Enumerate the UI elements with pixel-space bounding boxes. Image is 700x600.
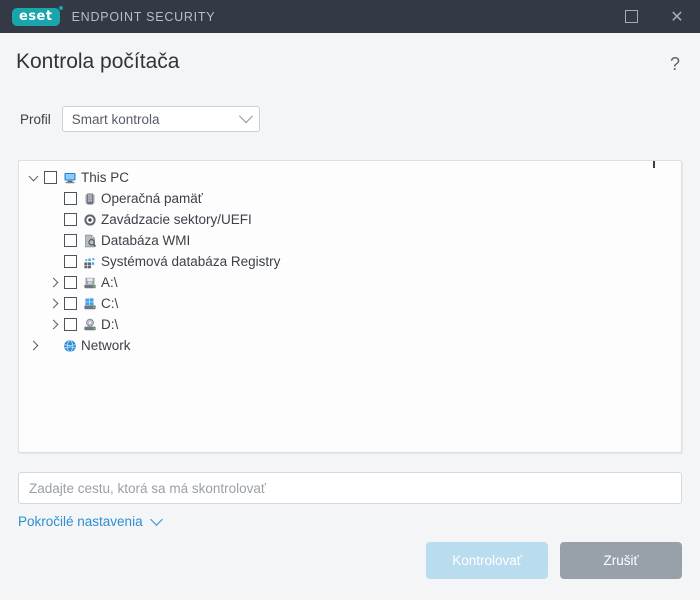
window-controls: ✕ xyxy=(608,0,700,33)
tree-item-checkbox[interactable] xyxy=(64,192,77,205)
help-icon[interactable]: ? xyxy=(670,55,680,73)
eset-logo-dot-icon xyxy=(59,6,63,10)
chevron-right-icon[interactable] xyxy=(45,321,61,328)
wmi-icon xyxy=(82,233,98,249)
tree-row[interactable]: This PC xyxy=(19,167,681,188)
tree-item-checkbox[interactable] xyxy=(64,255,77,268)
floppy-drive-icon xyxy=(82,275,98,291)
eset-logo: eset xyxy=(12,8,60,26)
close-icon: ✕ xyxy=(670,9,683,25)
tree-item-label: A:\ xyxy=(101,275,118,290)
tree-item-label: C:\ xyxy=(101,296,118,311)
tree-item-checkbox[interactable] xyxy=(64,234,77,247)
page-header: Kontrola počítača ? xyxy=(0,33,700,91)
tree-row[interactable]: Systémová databáza Registry xyxy=(19,251,681,272)
advanced-settings-label: Pokročilé nastavenia xyxy=(18,514,143,529)
tree-item-checkbox[interactable] xyxy=(64,297,77,310)
tree-row[interactable]: Network xyxy=(19,335,681,356)
monitor-icon xyxy=(62,170,78,186)
tree-item-label: Zavádzacie sektory/UEFI xyxy=(101,212,252,227)
chevron-down-icon xyxy=(150,513,163,526)
tree-item-label: D:\ xyxy=(101,317,118,332)
chevron-right-icon[interactable] xyxy=(45,300,61,307)
page-title: Kontrola počítača xyxy=(16,50,179,74)
profile-label: Profil xyxy=(20,112,51,127)
tree-item-label: Network xyxy=(81,338,131,353)
window-titlebar: eset ENDPOINT SECURITY ✕ xyxy=(0,0,700,33)
scan-button[interactable]: Kontrolovať xyxy=(426,542,548,579)
tree-row[interactable]: Zavádzacie sektory/UEFI xyxy=(19,209,681,230)
chevron-down-icon[interactable] xyxy=(25,173,41,183)
tree-row[interactable]: A:\ xyxy=(19,272,681,293)
product-name-label: ENDPOINT SECURITY xyxy=(72,10,216,24)
chevron-down-icon xyxy=(239,109,253,123)
profile-row: Profil Smart kontrola xyxy=(0,91,700,133)
eset-logo-badge: eset xyxy=(12,8,60,26)
chevron-right-icon[interactable] xyxy=(45,279,61,286)
optical-drive-icon xyxy=(82,317,98,333)
tree-item-label: This PC xyxy=(81,170,129,185)
memory-icon xyxy=(82,191,98,207)
profile-select[interactable]: Smart kontrola xyxy=(62,106,260,132)
tree-row[interactable]: Databáza WMI xyxy=(19,230,681,251)
windows-drive-icon xyxy=(82,296,98,312)
scan-path-input[interactable] xyxy=(18,472,682,504)
close-button[interactable]: ✕ xyxy=(654,0,700,33)
maximize-button[interactable] xyxy=(608,0,654,33)
tree-item-label: Operačná pamäť xyxy=(101,191,203,206)
tree-item-checkbox[interactable] xyxy=(64,213,77,226)
network-globe-icon xyxy=(62,338,78,354)
eset-logo-text: eset xyxy=(19,10,53,23)
scan-targets-tree: This PC Operačná pamäť Zavádzacie sektory/… xyxy=(19,161,681,356)
tree-item-checkbox[interactable] xyxy=(44,171,57,184)
tree-row[interactable]: C:\ xyxy=(19,293,681,314)
scan-targets-tree-box: This PC Operačná pamäť Zavádzacie sektory/… xyxy=(18,160,682,453)
advanced-settings-link[interactable]: Pokročilé nastavenia xyxy=(18,514,161,529)
maximize-icon xyxy=(625,10,638,23)
chevron-right-icon[interactable] xyxy=(25,342,41,349)
scrollbar-tick[interactable] xyxy=(653,161,655,168)
tree-item-label: Systémová databáza Registry xyxy=(101,254,280,269)
disc-icon xyxy=(82,212,98,228)
tree-item-checkbox[interactable] xyxy=(64,318,77,331)
tree-item-label: Databáza WMI xyxy=(101,233,190,248)
cancel-button[interactable]: Zrušiť xyxy=(560,542,682,579)
tree-row[interactable]: D:\ xyxy=(19,314,681,335)
tree-item-checkbox[interactable] xyxy=(64,276,77,289)
tree-row[interactable]: Operačná pamäť xyxy=(19,188,681,209)
profile-select-value: Smart kontrola xyxy=(72,112,241,127)
footer-actions: Kontrolovať Zrušiť xyxy=(426,542,682,579)
registry-icon xyxy=(82,254,98,270)
